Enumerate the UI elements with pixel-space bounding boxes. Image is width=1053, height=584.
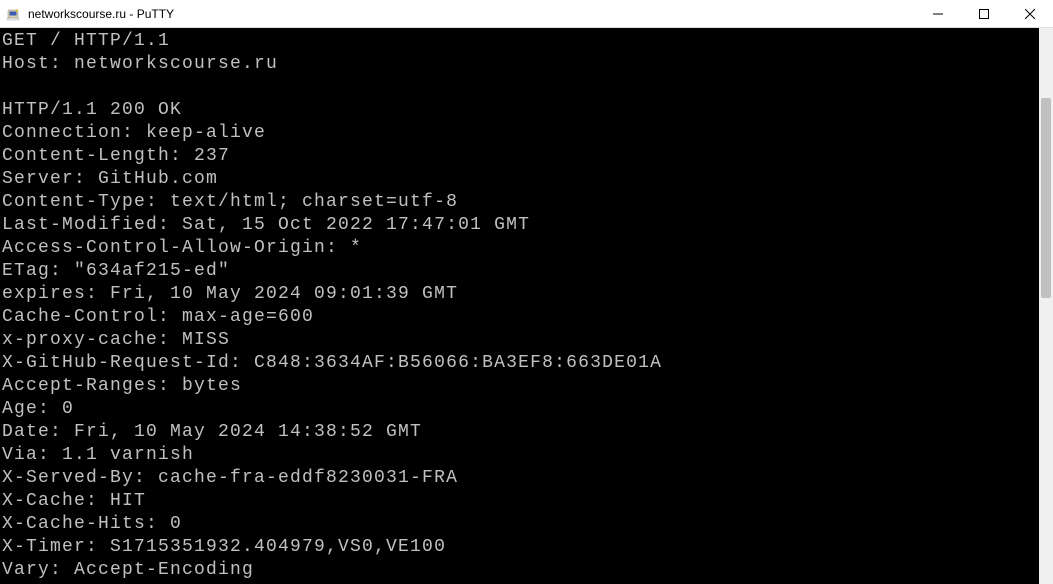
scrollbar-thumb[interactable]	[1041, 98, 1051, 298]
window-title: networkscourse.ru - PuTTY	[28, 7, 915, 21]
maximize-button[interactable]	[961, 0, 1007, 27]
putty-icon	[6, 6, 22, 22]
window-titlebar: networkscourse.ru - PuTTY	[0, 0, 1053, 28]
terminal-output[interactable]: GET / HTTP/1.1 Host: networkscourse.ru H…	[0, 28, 1039, 584]
close-button[interactable]	[1007, 0, 1053, 27]
window-controls	[915, 0, 1053, 27]
minimize-button[interactable]	[915, 0, 961, 27]
scrollbar[interactable]	[1039, 28, 1053, 584]
terminal-wrap: GET / HTTP/1.1 Host: networkscourse.ru H…	[0, 28, 1053, 584]
